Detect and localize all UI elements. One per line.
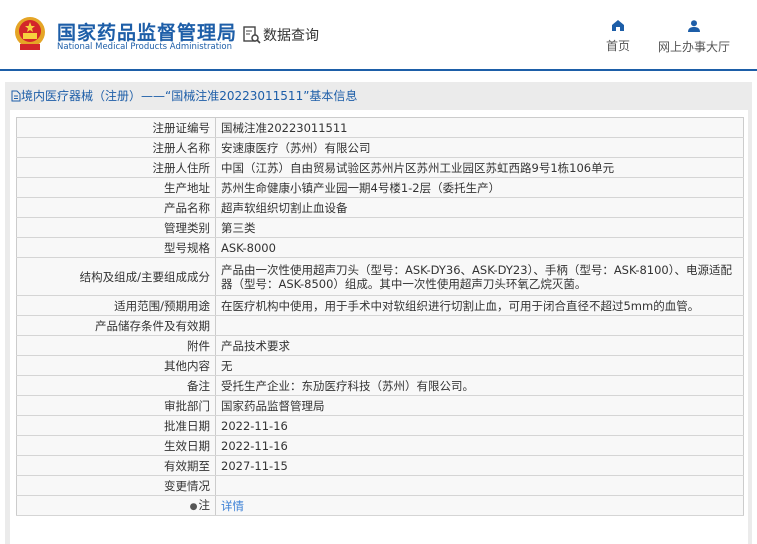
row-label: 审批部门 [16,395,216,416]
row-label-text: 结构及组成/主要组成成分 [79,269,210,284]
row-value: 2022-11-16 [215,415,744,436]
row-value [215,315,744,336]
row-label: 型号规格 [16,237,216,258]
table-row: 注册证编号 国械注准20223011511 [16,117,744,138]
row-value: 第三类 [215,217,744,238]
row-label-text: 管理类别 [164,220,210,235]
row-label-text: 注册人名称 [152,140,211,155]
nav-home-label: 首页 [606,39,631,53]
national-emblem-icon [15,17,45,50]
table-row: 产品储存条件及有效期 [16,315,744,336]
row-value: 苏州生命健康小镇产业园一期4号楼1-2层（委托生产） [215,177,744,198]
row-label-text: 其他内容 [164,358,210,373]
row-label-text: 审批部门 [164,398,210,413]
row-label: 有效期至 [16,455,216,476]
row-value: 2022-11-16 [215,435,744,456]
info-table: 注册证编号 国械注准20223011511 注册人名称 安速康医疗（苏州）有限公司 注册… [16,117,744,516]
row-label-text: 适用范围/预期用途 [114,298,210,313]
table-row: 审批部门 国家药品监督管理局 [16,395,744,416]
detail-panel: 境内医疗器械（注册）——“国械注准20223011511”基本信息 注册证编号国… [5,82,752,544]
table-row: 变更情况 [16,475,744,496]
row-label-text: 产品名称 [164,200,210,215]
table-row: 产品名称 超声软组织切割止血设备 [16,197,744,218]
row-label: 注册人名称 [16,137,216,158]
site-subtitle: National Medical Products Administration [57,42,232,52]
panel-title: 境内医疗器械（注册）——“国械注准20223011511”基本信息 [5,82,752,110]
table-row: 结构及组成/主要组成成分 产品由一次性使用超声刀头（型号：ASK-DY36、ASK… [16,257,744,296]
table-row: ●注 详情 [16,495,744,516]
row-label: 备注 [16,375,216,396]
table-row: 生效日期 2022-11-16 [16,435,744,456]
data-query-link[interactable]: 数据查询 [243,25,319,45]
row-value: 国械注准20223011511 [215,117,744,138]
table-row: 其他内容无 [16,355,744,376]
nav-online-hall[interactable]: 网上办事大厅 [658,20,730,55]
nav-online-hall-label: 网上办事大厅 [658,40,731,54]
row-label-text: 生产地址 [164,180,210,195]
panel-title-text: 境内医疗器械（注册）——“国械注准20223011511”基本信息 [21,89,358,103]
row-label: 产品储存条件及有效期 [16,315,216,336]
row-value: 无 [215,355,744,376]
row-value: 受托生产企业：东劢医疗科技（苏州）有限公司。 [215,375,744,396]
row-value: 产品由一次性使用超声刀头（型号：ASK-DY36、ASK-DY23）、手柄（型号… [215,257,744,296]
row-value: 2027-11-15 [215,455,744,476]
site-title[interactable]: 国家药品监督管理局 [57,18,237,45]
table-row: 型号规格 ASK-8000 [16,237,744,258]
row-label: ●注 [16,495,216,516]
table-row: 管理类别 第三类 [16,217,744,238]
row-value: 安速康医疗（苏州）有限公司 [215,137,744,158]
table-row: 适用范围/预期用途 在医疗机构中使用，用于手术中对软组织进行切割止血，可用于闭合直… [16,295,744,316]
user-icon [688,20,700,32]
row-value: 中国（江苏）自由贸易试验区苏州片区苏州工业园区苏虹西路9号1栋106单元 [215,157,744,178]
row-label-text: 批准日期 [164,418,210,433]
row-label: 生效日期 [16,435,216,456]
table-row: 生产地址 苏州生命健康小镇产业园一期4号楼1-2层（委托生产） [16,177,744,198]
row-label-text: 有效期至 [164,458,210,473]
row-label: 注册证编号 [16,117,216,138]
row-value [215,475,744,496]
row-value: 在医疗机构中使用，用于手术中对软组织进行切割止血，可用于闭合直径不超过5mm的血… [215,295,744,316]
table-row: 注册人住所 中国（江苏）自由贸易试验区苏州片区苏州工业园区苏虹西路9号1栋106单… [16,157,744,178]
row-label: 变更情况 [16,475,216,496]
table-row: 有效期至 2027-11-15 [16,455,744,476]
home-icon [612,20,624,31]
row-label-text: 备注 [187,378,210,393]
row-label-text: 注 [198,497,211,512]
row-label-text: 注册证编号 [152,120,211,135]
row-label: 适用范围/预期用途 [16,295,216,316]
details-link[interactable]: 详情 [215,495,744,516]
nav-home[interactable]: 首页 [606,20,630,54]
row-label-text: 变更情况 [164,478,210,493]
document-search-icon [243,26,261,44]
document-icon [11,90,21,102]
row-label: 注册人住所 [16,157,216,178]
row-value: 产品技术要求 [215,335,744,356]
row-label: 产品名称 [16,197,216,218]
row-label: 附件 [16,335,216,356]
row-label-text: 产品储存条件及有效期 [95,318,210,333]
data-query-label: 数据查询 [263,28,319,44]
row-value: ASK-8000 [215,237,744,258]
row-label: 批准日期 [16,415,216,436]
row-value: 国家药品监督管理局 [215,395,744,416]
row-label: 生产地址 [16,177,216,198]
row-label-text: 附件 [187,338,210,353]
row-label-text: 注册人住所 [152,160,211,175]
row-value: 超声软组织切割止血设备 [215,197,744,218]
row-label-text: 生效日期 [164,438,210,453]
table-row: 注册人名称 安速康医疗（苏州）有限公司 [16,137,744,158]
site-header: 国家药品监督管理局 National Medical Products Admi… [0,0,757,71]
table-row: 附件 产品技术要求 [16,335,744,356]
row-label: 其他内容 [16,355,216,376]
row-label: 结构及组成/主要组成成分 [16,257,216,296]
note-icon: ● [189,501,198,512]
row-label-text: 型号规格 [164,240,210,255]
table-row: 备注 受托生产企业：东劢医疗科技（苏州）有限公司。 [16,375,744,396]
row-label: 管理类别 [16,217,216,238]
table-row: 批准日期 2022-11-16 [16,415,744,436]
